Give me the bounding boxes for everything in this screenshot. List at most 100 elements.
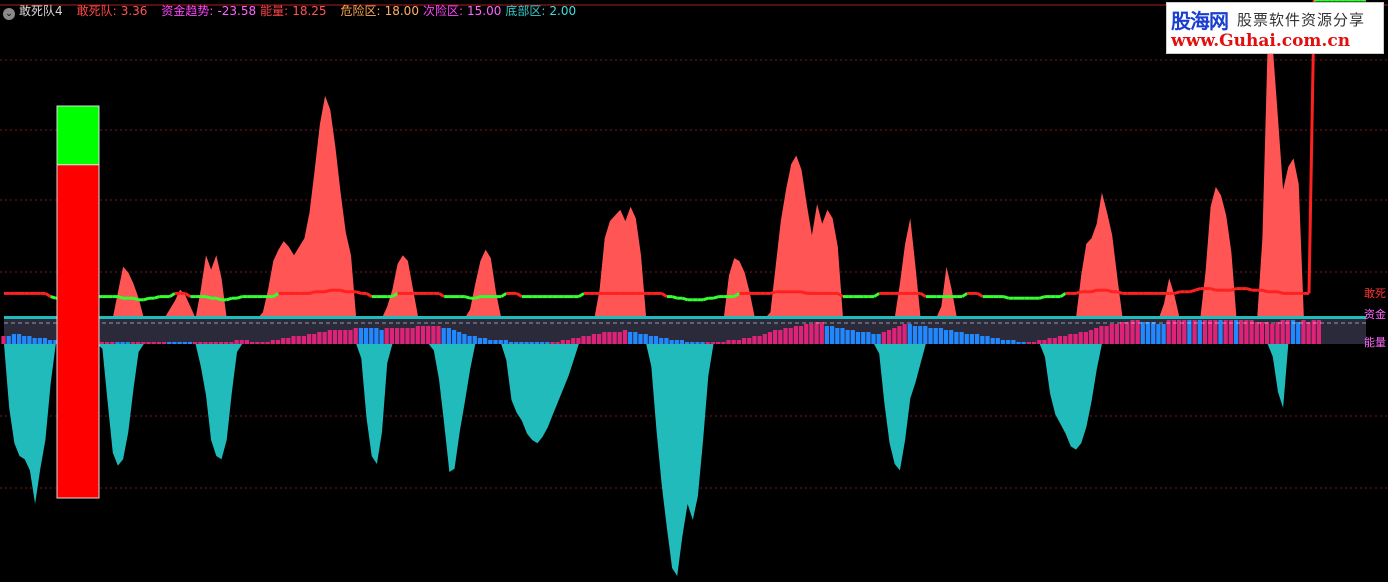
energy-bar (27, 336, 32, 344)
trend-segment (578, 292, 585, 298)
trend-segment (153, 295, 160, 300)
energy-bar (369, 328, 374, 344)
energy-bar (363, 328, 369, 344)
watermark-url: www.Guhai.com.cn (1171, 31, 1351, 51)
fund-trend-label: 资金趋势: (161, 4, 214, 18)
energy-bar (964, 334, 969, 344)
energy-bar (602, 332, 607, 344)
energy-bar (757, 336, 762, 344)
energy-bar (110, 342, 115, 344)
energy-bar (778, 330, 783, 344)
energy-bar (146, 342, 151, 344)
energy-bar (524, 342, 529, 344)
energy-bar (436, 326, 441, 344)
energy-bar (710, 342, 716, 344)
indicator-title: 敢死队4 (19, 4, 63, 18)
energy-bar (218, 342, 224, 344)
current-bar-upper (56, 105, 100, 166)
energy-bar (695, 342, 700, 344)
energy-bar (726, 340, 731, 344)
energy-bar (659, 338, 664, 344)
energy-bar (431, 326, 436, 344)
trend-segment (919, 292, 927, 298)
fund-trend-value: -23.58 (217, 4, 257, 18)
energy-bar (674, 340, 679, 344)
energy-bar (607, 332, 612, 344)
trend-segment (1106, 288, 1113, 294)
energy-bar (705, 342, 710, 344)
energy-bar (912, 326, 918, 344)
energy-bar (1151, 322, 1156, 344)
energy-bar (208, 342, 213, 344)
energy-bar (638, 334, 643, 344)
energy-bar (374, 328, 379, 344)
energy-bar (1000, 340, 1006, 344)
energy-bar (1125, 322, 1130, 344)
energy-bar (1016, 342, 1021, 344)
trend-segment (769, 290, 777, 295)
energy-bar (477, 338, 483, 344)
energy-bar (405, 328, 410, 344)
energy-bar (830, 326, 835, 344)
energy-bar (255, 342, 260, 344)
energy-bar (685, 342, 690, 344)
energy-bar (855, 332, 861, 344)
chevron-down-icon[interactable]: ⌄ (3, 8, 15, 20)
energy-bar (861, 332, 866, 344)
energy-bar (37, 338, 42, 344)
energy-bar (1316, 320, 1321, 344)
trend-segment (1230, 287, 1237, 292)
energy-bar (752, 336, 757, 344)
energy-bar (514, 342, 519, 344)
energy-bar (1275, 322, 1280, 344)
energy-bar (866, 332, 871, 344)
energy-bar (990, 338, 995, 344)
trend-segment (1246, 287, 1253, 292)
energy-bar (1083, 332, 1088, 344)
energy-bar (840, 328, 845, 344)
energy-bar (1223, 320, 1228, 344)
energy-bar (949, 330, 954, 344)
energy-bar (343, 330, 348, 344)
trend-segment (961, 292, 968, 298)
energy-bar (250, 342, 255, 344)
trend-segment (50, 295, 57, 300)
dare-right-label: 敢死 (1364, 287, 1386, 300)
energy-bar (338, 330, 343, 344)
energy-bar (721, 342, 726, 344)
energy-bar (1114, 324, 1119, 344)
energy-bar (1192, 320, 1197, 344)
energy-bar (327, 330, 332, 344)
trend-segment (1189, 288, 1196, 294)
trend-segment (133, 296, 140, 302)
trend-segment (873, 292, 880, 298)
fund-trend-line (4, 0, 1366, 302)
energy-bar (389, 328, 394, 344)
energy-bar (1280, 320, 1285, 344)
energy-bar (167, 342, 172, 344)
dare-label: 敢死队: (76, 4, 117, 18)
trend-segment (365, 292, 373, 298)
energy-bar (213, 342, 218, 344)
trend-segment (474, 295, 481, 300)
energy-bar (980, 336, 985, 344)
energy-bar (503, 340, 508, 344)
trend-segment (500, 292, 508, 298)
energy-bar (1088, 330, 1094, 344)
energy-bar (296, 336, 301, 344)
energy-bar (120, 342, 125, 344)
energy-value: 18.25 (292, 4, 327, 18)
energy-bar (1234, 320, 1239, 344)
energy-bar (467, 336, 472, 344)
energy-bar (301, 336, 306, 344)
energy-bar (892, 328, 897, 344)
energy-bar (918, 326, 923, 344)
energy-bar (1208, 320, 1213, 344)
energy-bar (1042, 340, 1047, 344)
bottom-zone-label: 底部区: (505, 4, 546, 18)
energy-bar (664, 338, 669, 344)
trend-segment (1173, 290, 1181, 295)
trend-segment (143, 296, 150, 302)
energy-bar (943, 330, 949, 344)
energy-bar (1239, 320, 1244, 344)
